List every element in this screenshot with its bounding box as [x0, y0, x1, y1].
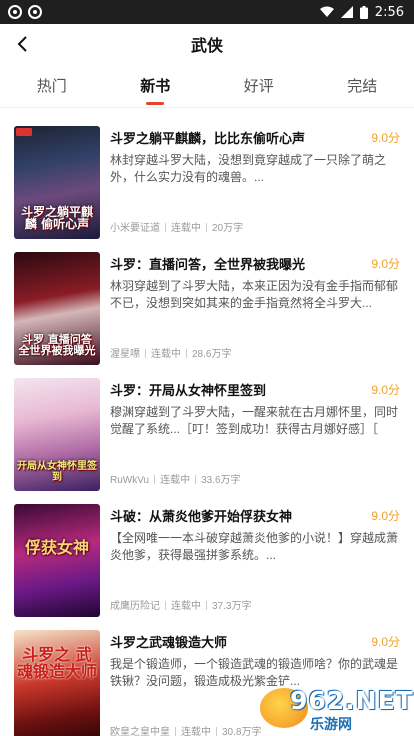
chevron-left-icon: [17, 36, 27, 52]
book-status: 连载中: [160, 475, 191, 486]
app-notification-icon: [8, 5, 22, 19]
signal-icon: [340, 6, 353, 18]
book-score: 9.0分: [371, 508, 400, 523]
book-meta: 欧皇之皇中皇 连载中 30.8万字: [110, 723, 261, 736]
app-bar: 武侠: [0, 24, 414, 64]
book-status: 连载中: [171, 601, 201, 612]
tab-completed[interactable]: 完结: [311, 64, 414, 108]
book-description: 林封穿越斗罗大陆，没想到竟穿越成了一只除了萌之外，什么实力没有的魂兽。...: [110, 153, 387, 184]
book-description: 穆渊穿越到了斗罗大陆，一醒来就在古月娜怀里，同时觉醒了系统...［叮！签到成功！…: [110, 405, 399, 436]
book-title[interactable]: 斗罗：开局从女神怀里签到: [110, 380, 266, 399]
battery-icon: [359, 5, 368, 19]
book-item[interactable]: 斗罗 直播问答 全世界被我曝光 斗罗：直播问答，全世界被我曝光 9.0分 林羽穿…: [0, 246, 414, 372]
book-cover[interactable]: 斗罗 直播问答 全世界被我曝光: [14, 252, 100, 365]
status-time: 2:56: [374, 4, 404, 20]
book-score: 9.0分: [371, 256, 400, 271]
book-meta: RuWkVu 连载中 33.6万字: [110, 471, 241, 486]
book-word-count: 20万字: [212, 223, 244, 234]
book-cover[interactable]: 俘获女神: [14, 504, 100, 617]
tab-top-rated[interactable]: 好评: [207, 64, 311, 108]
cover-badge: [16, 128, 32, 136]
book-item[interactable]: 斗罗之躺平麒麟 偷听心声 斗罗之躺平麒麟，比比东偷听心声 9.0分 林封穿越斗罗…: [0, 120, 414, 246]
cover-title: 俘获女神: [24, 538, 89, 558]
cover-title: 斗罗 直播问答 全世界被我曝光: [18, 332, 96, 358]
sync-notification-icon: [28, 5, 42, 19]
back-button[interactable]: [10, 32, 34, 56]
book-author: 小米要证道: [110, 223, 160, 234]
book-title[interactable]: 斗罗：直播问答，全世界被我曝光: [110, 254, 305, 273]
watermark-site-name: 乐游网: [310, 716, 352, 732]
tab-hot[interactable]: 热门: [0, 64, 104, 108]
page-title: 武侠: [190, 38, 223, 55]
cover-title: 斗罗之 武魂锻造大师: [17, 645, 98, 682]
book-score: 9.0分: [371, 382, 400, 397]
watermark-number: 962.NET: [290, 686, 414, 715]
book-word-count: 37.3万字: [212, 601, 252, 612]
book-word-count: 30.8万字: [222, 727, 262, 736]
book-item[interactable]: 开局从女神怀里签到 斗罗：开局从女神怀里签到 9.0分 穆渊穿越到了斗罗大陆，一…: [0, 372, 414, 498]
book-score: 9.0分: [371, 130, 400, 145]
cover-title: 斗罗之躺平麒麟 偷听心声: [20, 204, 93, 232]
book-author: 欧皇之皇中皇: [110, 727, 170, 736]
category-tabs: 热门 新书 好评 完结: [0, 64, 414, 108]
book-word-count: 28.6万字: [192, 349, 232, 360]
book-score: 9.0分: [371, 634, 400, 649]
status-bar: 2:56: [0, 0, 414, 24]
notification-icons: [8, 5, 42, 19]
book-item[interactable]: 俘获女神 斗破：从萧炎他爹开始俘获女神 9.0分 【全网唯一一本斗破穿越萧炎他爹…: [0, 498, 414, 624]
book-description: 【全网唯一一本斗破穿越萧炎他爹的小说！】穿越成萧炎他爹，获得最强拼爹系统。...: [110, 531, 399, 562]
book-cover[interactable]: 斗罗之 武魂锻造大师: [14, 630, 100, 736]
book-meta: 小米要证道 连载中 20万字: [110, 219, 243, 234]
book-author: 成鹰历险记: [110, 601, 160, 612]
book-meta: 渥星嘌 连载中 28.6万字: [110, 345, 231, 360]
book-title[interactable]: 斗罗之躺平麒麟，比比东偷听心声: [110, 128, 305, 147]
book-status: 连载中: [151, 349, 181, 360]
book-author: RuWkVu: [110, 475, 150, 486]
book-meta: 成鹰历险记 连载中 37.3万字: [110, 597, 251, 612]
tab-new-books[interactable]: 新书: [104, 64, 208, 108]
book-word-count: 33.6万字: [201, 475, 241, 486]
book-author: 渥星嘌: [110, 349, 140, 360]
book-cover[interactable]: 开局从女神怀里签到: [14, 378, 100, 491]
book-title[interactable]: 斗破：从萧炎他爹开始俘获女神: [110, 506, 292, 525]
cover-title: 开局从女神怀里签到: [17, 461, 97, 483]
site-watermark: 962.NET 乐游网: [260, 684, 413, 734]
book-description: 林羽穿越到了斗罗大陆，本来正因为没有金手指而郁郁不已，没想到突如其来的金手指竟然…: [110, 279, 399, 310]
book-status: 连载中: [171, 223, 201, 234]
book-status: 连载中: [181, 727, 211, 736]
book-title[interactable]: 斗罗之武魂锻造大师: [110, 632, 227, 651]
book-list: 斗罗之躺平麒麟 偷听心声 斗罗之躺平麒麟，比比东偷听心声 9.0分 林封穿越斗罗…: [0, 108, 414, 736]
book-cover[interactable]: 斗罗之躺平麒麟 偷听心声: [14, 126, 100, 239]
wifi-icon: [319, 6, 334, 18]
